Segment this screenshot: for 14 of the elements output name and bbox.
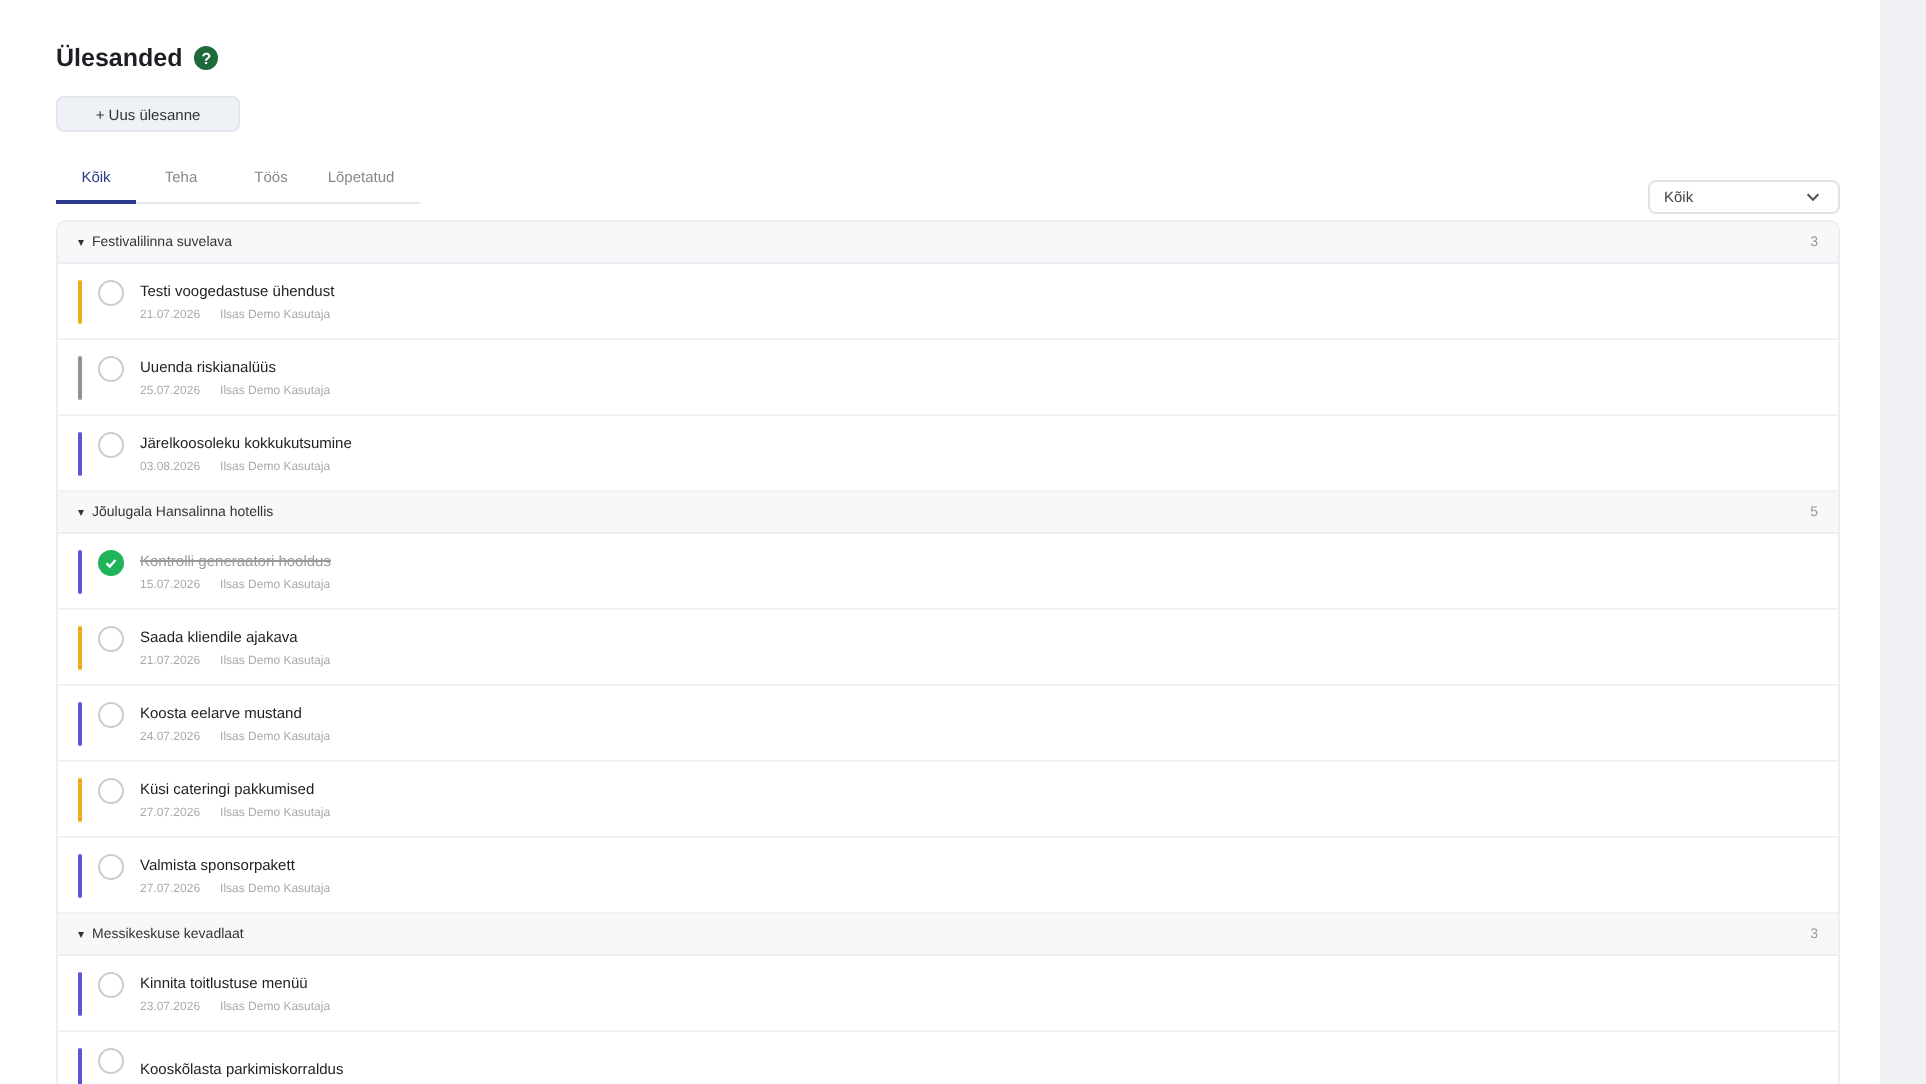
checkbox[interactable] bbox=[98, 280, 124, 306]
checkbox[interactable] bbox=[98, 778, 124, 804]
checkbox[interactable] bbox=[98, 550, 124, 576]
checkbox[interactable] bbox=[98, 1048, 124, 1074]
chevron-down-icon bbox=[1804, 188, 1822, 206]
help-icon[interactable]: ? bbox=[194, 46, 219, 70]
checkbox[interactable] bbox=[98, 432, 124, 458]
checkbox[interactable] bbox=[98, 356, 124, 382]
page-title: Ülesanded bbox=[56, 44, 183, 72]
checkbox[interactable] bbox=[98, 702, 124, 728]
checkbox[interactable] bbox=[98, 854, 124, 880]
checkbox[interactable] bbox=[98, 972, 124, 998]
checkbox[interactable] bbox=[98, 626, 124, 652]
checkmark-icon bbox=[102, 554, 120, 572]
